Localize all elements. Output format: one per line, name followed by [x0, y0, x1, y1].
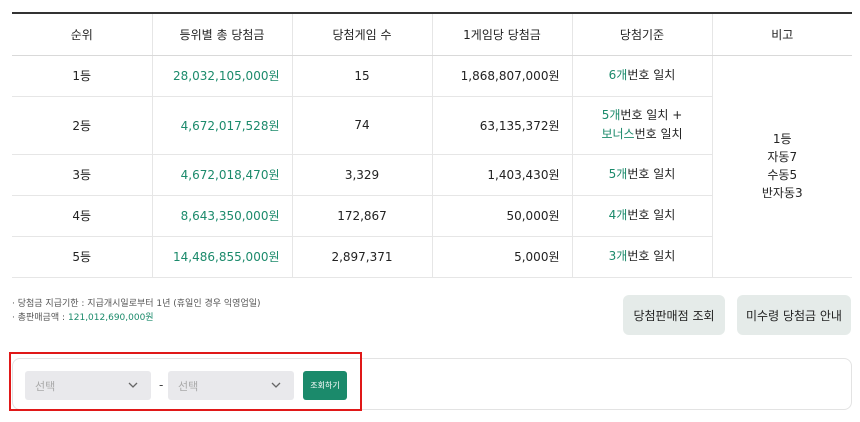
- criteria-count: 5개: [608, 167, 628, 181]
- col-header-note: 비고: [711, 13, 852, 56]
- unclaimed-prize-button[interactable]: 미수령 당첨금 안내: [737, 295, 851, 335]
- prize-table: 순위 등위별 총 당첨금 당첨게임 수 1게임당 당첨금 당첨기준 비고 1등 …: [12, 12, 852, 278]
- criteria-text: 번호 일치: [627, 208, 676, 222]
- criteria-text-2: 번호 일치: [634, 127, 683, 141]
- criteria-cell: 4개번호 일치: [571, 195, 712, 237]
- rank-cell: 5등: [12, 236, 152, 278]
- prize-info: · 당첨금 지급기한 : 지급개시일로부터 1년 (휴일인 경우 익영업일) ·…: [12, 297, 261, 325]
- criteria-bonus: 보너스: [601, 127, 635, 141]
- note-line: 1등: [772, 132, 792, 146]
- highlight-box: [9, 352, 362, 411]
- criteria-cell: 3개번호 일치: [571, 236, 712, 278]
- col-header-rank: 순위: [12, 13, 152, 56]
- note-line: 자동7: [767, 150, 798, 164]
- payment-deadline: · 당첨금 지급기한 : 지급개시일로부터 1년 (휴일인 경우 익영업일): [12, 299, 261, 309]
- col-header-winning-games: 당첨게임 수: [291, 13, 432, 56]
- criteria-count: 3개: [608, 249, 628, 263]
- total-prize-cell: 4,672,017,528원: [151, 96, 292, 155]
- total-prize-cell: 4,672,018,470원: [151, 154, 292, 196]
- rank-cell: 4등: [12, 195, 152, 237]
- total-prize-cell: 14,486,855,000원: [151, 236, 292, 278]
- total-prize-cell: 8,643,350,000원: [151, 195, 292, 237]
- total-sales-value: 121,012,690,000원: [68, 313, 154, 323]
- prize-per-game-cell: 1,868,807,000원: [431, 55, 572, 97]
- criteria-count: 4개: [608, 208, 628, 222]
- table-header-row: 순위 등위별 총 당첨금 당첨게임 수 1게임당 당첨금 당첨기준 비고: [12, 13, 852, 56]
- store-lookup-button[interactable]: 당첨판매점 조회: [623, 295, 725, 335]
- rank-cell: 3등: [12, 154, 152, 196]
- winning-games-cell: 3,329: [291, 154, 432, 196]
- rank-cell: 1등: [12, 55, 152, 97]
- total-sales-text: · 총판매금액 : 121,012,690,000원: [12, 311, 261, 325]
- criteria-text: 번호 일치: [627, 68, 676, 82]
- col-header-prize-per-game: 1게임당 당첨금: [431, 13, 572, 56]
- prize-per-game-cell: 1,403,430원: [431, 154, 572, 196]
- criteria-text: 번호 일치: [627, 167, 676, 181]
- col-header-total-prize: 등위별 총 당첨금: [151, 13, 292, 56]
- winning-games-cell: 15: [291, 55, 432, 97]
- prize-per-game-cell: 63,135,372원: [431, 96, 572, 155]
- table-row: 1등 28,032,105,000원 15 1,868,807,000원 6개번…: [12, 55, 852, 278]
- note-line: 반자동3: [761, 186, 803, 200]
- criteria-cell: 5개번호 일치: [571, 154, 712, 196]
- rank-cell: 2등: [12, 96, 152, 155]
- note-cell: 1등 자동7 수동5 반자동3: [711, 55, 852, 278]
- total-prize-cell: 28,032,105,000원: [151, 55, 292, 97]
- criteria-cell: 5개번호 일치 + 보너스번호 일치: [571, 96, 712, 155]
- prize-table-container: 순위 등위별 총 당첨금 당첨게임 수 1게임당 당첨금 당첨기준 비고 1등 …: [12, 12, 852, 278]
- payment-deadline-text: · 당첨금 지급기한 : 지급개시일로부터 1년 (휴일인 경우 익영업일): [12, 297, 261, 311]
- criteria-text: 번호 일치: [627, 249, 676, 263]
- total-sales-label: · 총판매금액 :: [12, 313, 66, 323]
- winning-games-cell: 172,867: [291, 195, 432, 237]
- winning-games-cell: 2,897,371: [291, 236, 432, 278]
- prize-per-game-cell: 50,000원: [431, 195, 572, 237]
- criteria-count: 6개: [608, 68, 628, 82]
- criteria-cell: 6개번호 일치: [571, 55, 712, 97]
- col-header-criteria: 당첨기준: [571, 13, 712, 56]
- criteria-text: 번호 일치 +: [620, 108, 683, 122]
- prize-per-game-cell: 5,000원: [431, 236, 572, 278]
- note-line: 수동5: [767, 168, 798, 182]
- winning-games-cell: 74: [291, 96, 432, 155]
- criteria-count: 5개: [601, 108, 621, 122]
